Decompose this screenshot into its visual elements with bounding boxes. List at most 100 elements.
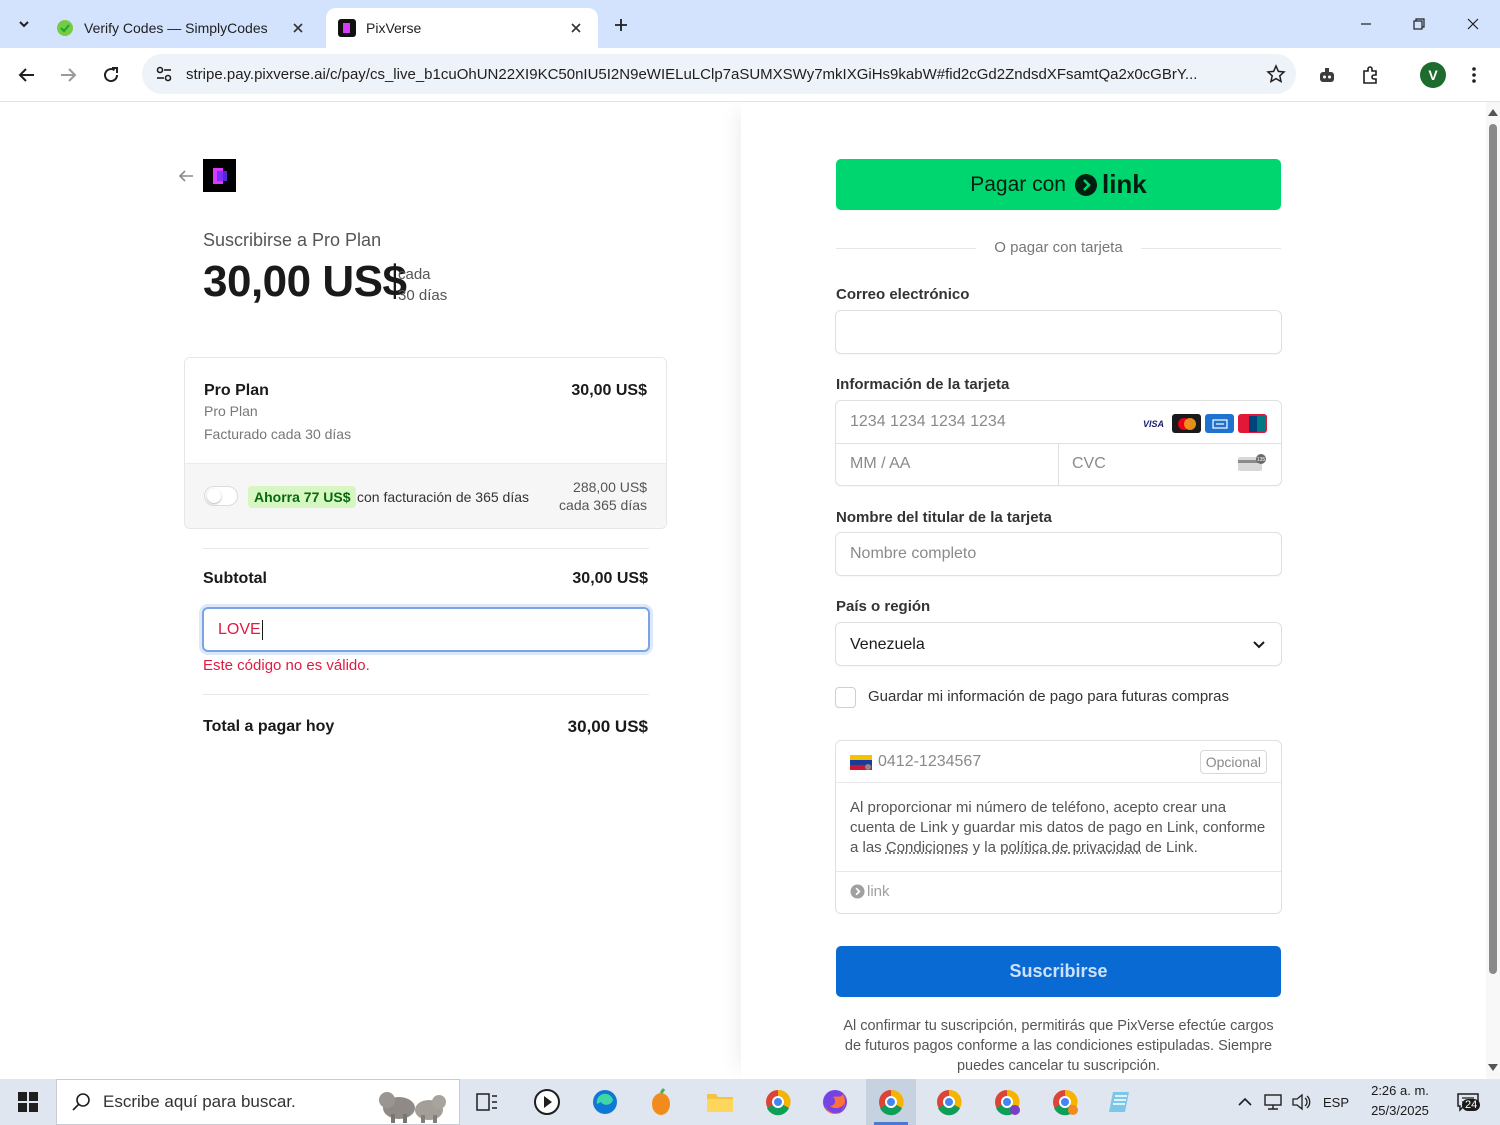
firefox-app[interactable] [810, 1079, 860, 1125]
save-info-label[interactable]: Guardar mi información de pago para futu… [868, 688, 1229, 705]
phone-input[interactable]: 0412-1234567 Opcional [836, 741, 1281, 783]
extensions-menu-button[interactable] [1353, 58, 1387, 92]
tab-search-button[interactable] [8, 8, 40, 40]
scroll-up-icon[interactable] [1488, 108, 1498, 116]
taskbar-search[interactable]: Escribe aquí para buscar. [56, 1079, 460, 1125]
chrome-active-app[interactable] [866, 1079, 916, 1125]
task-view-icon [476, 1093, 497, 1111]
annual-price: 288,00 US$ cada 365 días [559, 478, 647, 514]
cardholder-placeholder: Nombre completo [850, 545, 977, 562]
scroll-thumb[interactable] [1489, 124, 1497, 974]
cardholder-label: Nombre del titular de la tarjeta [836, 509, 1052, 526]
terms-text: y la [968, 839, 1001, 856]
annual-price-period: cada 365 días [559, 497, 647, 513]
page-scrollbar[interactable] [1486, 102, 1500, 1079]
start-button[interactable] [0, 1079, 56, 1125]
card-brands: VISA [1139, 414, 1267, 433]
conditions-link[interactable]: Condiciones [886, 839, 969, 856]
link-mini-text: link [867, 883, 890, 900]
email-label: Correo electrónico [836, 286, 970, 303]
restore-icon [1413, 18, 1425, 30]
fl-studio-app[interactable] [636, 1079, 686, 1125]
tab-pixverse[interactable]: PixVerse [326, 8, 598, 48]
chrome-profile-app[interactable] [1040, 1079, 1090, 1125]
edge-app[interactable] [580, 1079, 630, 1125]
media-player-app[interactable] [522, 1079, 572, 1125]
volume-button[interactable] [1288, 1079, 1314, 1125]
restore-button[interactable] [1397, 6, 1441, 42]
profile-avatar[interactable]: V [1420, 62, 1446, 88]
chevron-down-icon [19, 21, 29, 28]
bookmark-button[interactable] [1256, 56, 1296, 92]
card-number-field[interactable]: 1234 1234 1234 1234 [850, 413, 1006, 431]
cardholder-field[interactable]: Nombre completo [835, 532, 1282, 576]
chrome-icon [995, 1089, 1020, 1116]
new-tab-button[interactable] [606, 10, 636, 40]
chrome-profile-app[interactable] [924, 1079, 974, 1125]
expiry-field[interactable]: MM / AA [850, 455, 910, 473]
minimize-button[interactable] [1344, 6, 1388, 42]
tune-icon [156, 66, 172, 82]
subtotal-value: 30,00 US$ [572, 570, 648, 587]
mastercard-icon [1172, 414, 1201, 433]
notepad-app[interactable] [1096, 1079, 1146, 1125]
reload-button[interactable] [94, 58, 128, 92]
back-arrow-icon[interactable] [176, 166, 196, 186]
or-pay-with-card: O pagar con tarjeta [994, 239, 1123, 256]
annual-price-amount: 288,00 US$ [573, 479, 647, 495]
elephants-illustration-icon [379, 1092, 446, 1123]
savings-badge: Ahorra 77 US$ [248, 486, 357, 508]
amex-icon [1205, 414, 1234, 433]
scroll-down-icon[interactable] [1488, 1064, 1498, 1072]
windows-icon [18, 1092, 38, 1112]
chrome-profile-app[interactable] [982, 1079, 1032, 1125]
country-select[interactable]: Venezuela [835, 622, 1282, 666]
network-button[interactable] [1260, 1079, 1286, 1125]
link-logo: link [1074, 169, 1147, 200]
promo-code-input[interactable]: LOVE [202, 607, 650, 652]
url-text[interactable]: stripe.pay.pixverse.ai/c/pay/cs_live_b1c… [182, 66, 1256, 83]
show-hidden-icons-button[interactable] [1232, 1079, 1258, 1125]
link-signup-box: 0412-1234567 Opcional Al proporcionar mi… [835, 740, 1282, 914]
pixverse-logo-icon [212, 167, 227, 184]
save-info-checkbox[interactable] [835, 687, 856, 708]
forward-button[interactable] [51, 58, 85, 92]
link-button-label: Pagar con [970, 172, 1066, 196]
tab-simplycodes[interactable]: Verify Codes — SimplyCodes [44, 8, 320, 48]
checkout-page: Suscribirse a Pro Plan 30,00 US$ cada 30… [0, 102, 1486, 1079]
plan-name: Pro Plan [204, 382, 269, 399]
extension-button[interactable] [1310, 58, 1344, 92]
close-window-button[interactable] [1451, 6, 1495, 42]
close-icon[interactable] [288, 18, 308, 38]
back-button[interactable] [10, 58, 44, 92]
clock[interactable]: 2:26 a. m. 25/3/2025 [1360, 1081, 1440, 1121]
chrome-icon [879, 1089, 904, 1116]
total-value: 30,00 US$ [567, 717, 648, 736]
edge-icon [593, 1090, 617, 1114]
email-field[interactable] [835, 310, 1282, 354]
close-icon[interactable] [566, 18, 586, 38]
promo-code-value: LOVE [218, 620, 261, 638]
notification-count-badge: 24 [1462, 1099, 1481, 1111]
privacy-policy-link[interactable]: política de privacidad [1000, 839, 1141, 856]
chrome-profile-app[interactable] [753, 1079, 803, 1125]
site-info-button[interactable] [146, 56, 182, 92]
browser-menu-button[interactable] [1457, 58, 1491, 92]
reload-icon [104, 67, 119, 83]
unionpay-icon [1238, 414, 1267, 433]
plan-card: Pro Plan Pro Plan Facturado cada 30 días… [184, 357, 667, 529]
file-explorer-app[interactable] [695, 1079, 745, 1125]
task-view-button[interactable] [462, 1079, 512, 1125]
volume-icon [1292, 1093, 1311, 1111]
pay-with-link-button[interactable]: Pagar con link [836, 159, 1281, 210]
plan-details: Pro Plan Pro Plan Facturado cada 30 días… [185, 358, 666, 463]
chevron-down-icon [1253, 641, 1265, 649]
cvc-field[interactable]: CVC [1072, 455, 1106, 473]
search-icon [72, 1093, 90, 1111]
language-indicator[interactable]: ESP [1318, 1079, 1354, 1125]
windows-taskbar: Escribe aquí para buscar. ESP 2:26 a. m.… [0, 1079, 1500, 1125]
folder-icon [707, 1094, 733, 1112]
annual-billing-toggle[interactable] [204, 486, 238, 506]
address-bar[interactable]: stripe.pay.pixverse.ai/c/pay/cs_live_b1c… [142, 54, 1296, 94]
subscribe-button[interactable]: Suscribirse [836, 946, 1281, 997]
